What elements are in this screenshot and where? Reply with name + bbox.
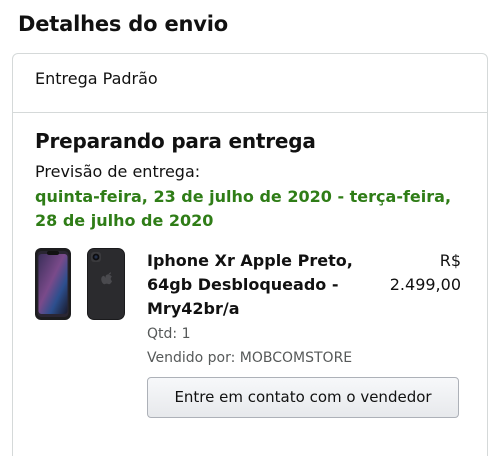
shipping-details-page: Detalhes do envio Entrega Padrão Prepara… xyxy=(0,0,500,456)
shipping-type: Entrega Padrão xyxy=(35,69,158,88)
product-title-link[interactable]: Iphone Xr Apple Preto, 64gb Desbloqueado… xyxy=(147,249,362,321)
shipment-card: Entrega Padrão Preparando para entrega P… xyxy=(12,53,488,456)
shipment-status: Preparando para entrega xyxy=(35,129,316,153)
contact-seller-button[interactable]: Entre em contato com o vendedor xyxy=(147,377,459,418)
section-title: Detalhes do envio xyxy=(18,12,228,36)
price-value: 2.499,00 xyxy=(389,275,461,294)
product-seller: Vendido por: MOBCOMSTORE xyxy=(147,350,353,366)
product-quantity: Qtd: 1 xyxy=(147,326,191,342)
product-image[interactable] xyxy=(35,248,127,322)
divider xyxy=(13,112,487,113)
delivery-forecast-date: quinta-feira, 23 de julho de 2020 - terç… xyxy=(35,187,452,230)
delivery-forecast-label: Previsão de entrega: xyxy=(35,162,201,181)
price-currency: R$ xyxy=(439,251,461,270)
phone-image-icon xyxy=(35,248,125,320)
